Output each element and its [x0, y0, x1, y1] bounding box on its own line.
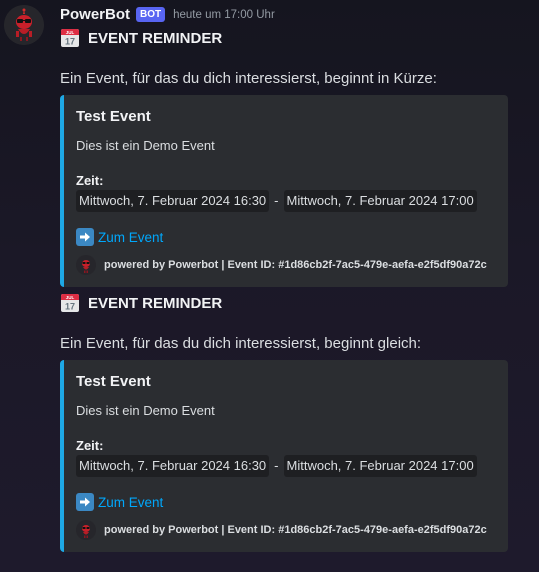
- right-arrow-icon: [76, 493, 94, 511]
- author-name[interactable]: PowerBot: [60, 6, 130, 23]
- event-end-time[interactable]: Mittwoch, 7. Februar 2024 17:00: [283, 455, 477, 477]
- embed-field-name: Zeit:: [76, 173, 104, 188]
- event-embed: Test Event Dies ist ein Demo Event Zeit:…: [60, 95, 508, 287]
- embed-field-value: Mittwoch, 7. Februar 2024 16:30 - Mittwo…: [76, 455, 496, 477]
- event-link[interactable]: Zum Event: [98, 495, 163, 510]
- footer-avatar: [76, 520, 96, 540]
- message-header: PowerBot BOT heute um 17:00 Uhr: [60, 6, 275, 23]
- embed-field-value: Mittwoch, 7. Februar 2024 16:30 - Mittwo…: [76, 190, 496, 212]
- reminder-intro: Ein Event, für das du dich interessierst…: [60, 70, 437, 87]
- event-end-time[interactable]: Mittwoch, 7. Februar 2024 17:00: [283, 190, 477, 212]
- author-avatar[interactable]: [4, 5, 44, 45]
- bot-badge: BOT: [136, 7, 166, 22]
- calendar-day-label: 17: [65, 37, 75, 47]
- event-start-time[interactable]: Mittwoch, 7. Februar 2024 16:30: [76, 455, 270, 477]
- event-link[interactable]: Zum Event: [98, 230, 163, 245]
- embed-description: Dies ist ein Demo Event: [76, 403, 215, 418]
- calendar-icon: JUL 17: [61, 294, 79, 312]
- event-embed: Test Event Dies ist ein Demo Event Zeit:…: [60, 360, 508, 552]
- calendar-day-label: 17: [65, 302, 75, 312]
- robot-mascot-icon: [4, 5, 44, 45]
- message-content: JUL 17 EVENT REMINDER Ein Event, für das…: [60, 26, 530, 552]
- embed-footer: powered by Powerbot | Event ID: #1d86cb2…: [76, 255, 496, 275]
- reminder-heading-text: EVENT REMINDER: [88, 29, 223, 47]
- embed-footer-text: powered by Powerbot | Event ID: #1d86cb2…: [104, 259, 487, 271]
- message-timestamp[interactable]: heute um 17:00 Uhr: [173, 9, 275, 21]
- time-separator: -: [274, 193, 279, 208]
- reminder-heading: JUL 17 EVENT REMINDER: [60, 291, 530, 315]
- event-start-time[interactable]: Mittwoch, 7. Februar 2024 16:30: [76, 190, 270, 212]
- robot-mascot-icon: [76, 520, 96, 540]
- calendar-month-label: JUL: [66, 295, 75, 300]
- right-arrow-icon: [76, 228, 94, 246]
- event-link-row[interactable]: Zum Event: [76, 492, 496, 512]
- robot-mascot-icon: [76, 255, 96, 275]
- embed-title: Test Event: [76, 373, 151, 390]
- reminder-intro: Ein Event, für das du dich interessierst…: [60, 335, 422, 352]
- reminder-heading: JUL 17 EVENT REMINDER: [60, 26, 530, 50]
- time-separator: -: [274, 458, 279, 473]
- calendar-month-label: JUL: [66, 30, 75, 35]
- footer-avatar: [76, 255, 96, 275]
- embed-footer-text: powered by Powerbot | Event ID: #1d86cb2…: [104, 524, 487, 536]
- event-link-row[interactable]: Zum Event: [76, 227, 496, 247]
- reminder-heading-text: EVENT REMINDER: [88, 294, 223, 312]
- embed-field-name: Zeit:: [76, 438, 104, 453]
- embed-description: Dies ist ein Demo Event: [76, 138, 215, 153]
- calendar-icon: JUL 17: [61, 29, 79, 47]
- embed-footer: powered by Powerbot | Event ID: #1d86cb2…: [76, 520, 496, 540]
- embed-title: Test Event: [76, 108, 151, 125]
